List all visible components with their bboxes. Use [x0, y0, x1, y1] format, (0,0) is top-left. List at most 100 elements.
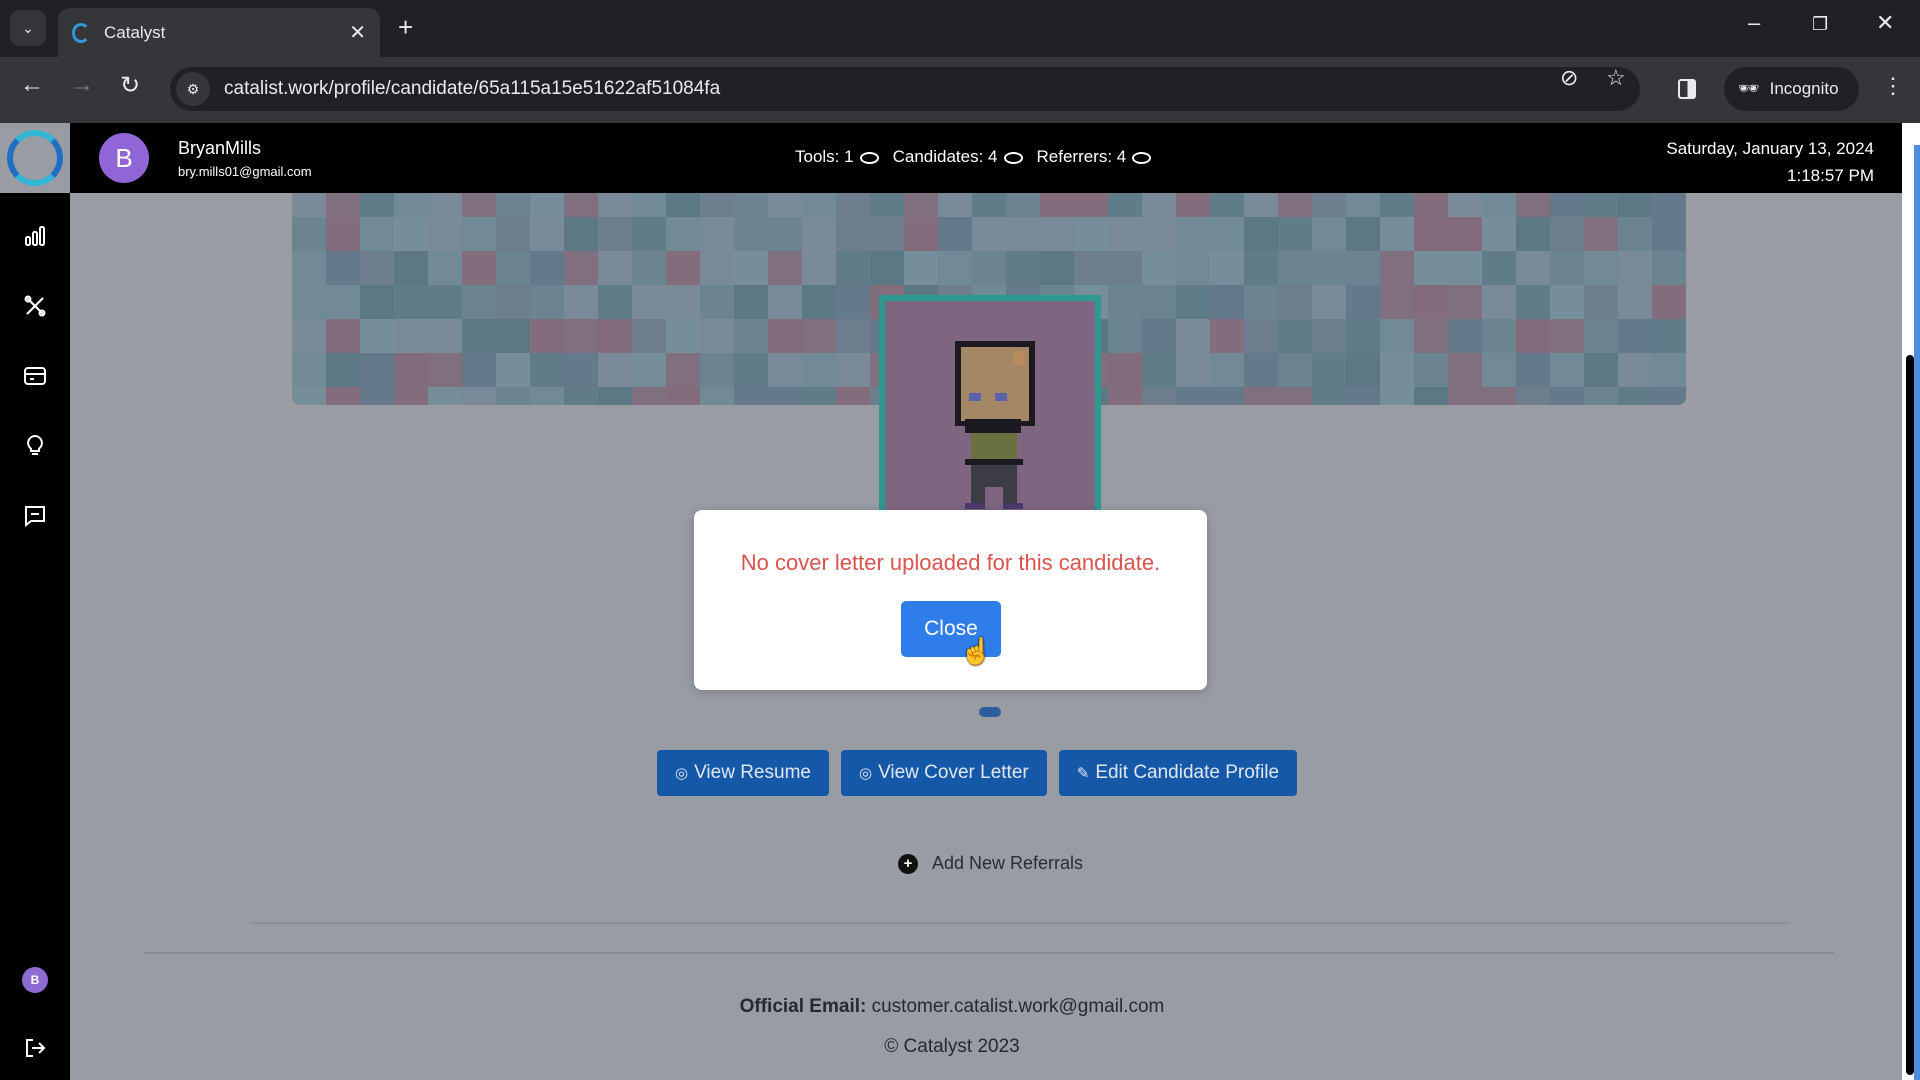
- banner-tile: [700, 387, 734, 405]
- reload-icon[interactable]: ↻: [120, 71, 140, 100]
- eye-off-icon[interactable]: ⊘: [1560, 65, 1578, 91]
- banner-tile: [1244, 353, 1278, 387]
- banner-tile: [1380, 251, 1414, 285]
- back-icon[interactable]: ←: [20, 71, 44, 99]
- banner-tile: [1550, 285, 1584, 319]
- banner-tile: [292, 319, 326, 353]
- banner-tile: [632, 353, 666, 387]
- banner-tile: [1516, 285, 1550, 319]
- scrollbar[interactable]: [1902, 123, 1920, 1080]
- banner-tile: [292, 353, 326, 387]
- banner-tile: [1142, 193, 1176, 217]
- incognito-badge[interactable]: 🕶 Incognito: [1724, 67, 1859, 111]
- banner-tile: [292, 217, 326, 251]
- banner-tile: [1380, 319, 1414, 353]
- logout-icon: [26, 1039, 46, 1057]
- sidebar-item-dashboard[interactable]: [20, 221, 50, 251]
- banner-tile: [1278, 217, 1312, 251]
- banner-tile: [428, 353, 462, 387]
- banner-tile: [598, 353, 632, 387]
- side-panel-icon[interactable]: [1678, 79, 1696, 99]
- banner-tile: [972, 193, 1006, 217]
- banner-tile: [1516, 319, 1550, 353]
- banner-tile: [1516, 217, 1550, 251]
- candidate-avatar: [879, 295, 1101, 513]
- banner-tile: [734, 319, 768, 353]
- browser-tab-strip: ⌄ Catalyst ✕ + – ❐ ✕: [0, 0, 1920, 57]
- add-new-referrals-button[interactable]: + Add New Referrals: [898, 853, 1083, 874]
- banner-tile: [836, 387, 870, 405]
- browser-menu-icon[interactable]: ⋮: [1882, 73, 1904, 99]
- banner-tile: [462, 251, 496, 285]
- stat-referrers: Referrers: 4: [1037, 147, 1152, 167]
- sidebar-item-logout[interactable]: [20, 1033, 50, 1063]
- banner-tile: [768, 387, 802, 405]
- edit-candidate-profile-button[interactable]: ✎ Edit Candidate Profile: [1058, 750, 1298, 796]
- catalyst-logo[interactable]: [0, 123, 70, 193]
- sidebar-item-cards[interactable]: [20, 361, 50, 391]
- banner-tile: [326, 193, 360, 217]
- banner-tile: [1312, 353, 1346, 387]
- banner-tile: [598, 193, 632, 217]
- browser-tab[interactable]: Catalyst ✕: [58, 8, 380, 57]
- tab-search-button[interactable]: ⌄: [10, 10, 46, 46]
- banner-tile: [360, 217, 394, 251]
- sidebar-item-tools[interactable]: [20, 291, 50, 321]
- banner-tile: [1244, 217, 1278, 251]
- banner-tile: [1516, 353, 1550, 387]
- footer-email-label: Official Email:: [739, 996, 867, 1017]
- banner-tile: [1516, 251, 1550, 285]
- banner-tile: [836, 353, 870, 387]
- view-resume-button[interactable]: ◎ View Resume: [657, 750, 829, 796]
- view-cover-letter-button[interactable]: ◎ View Cover Letter: [840, 750, 1047, 796]
- address-bar[interactable]: ⚙ catalist.work/profile/candidate/65a115…: [170, 67, 1640, 111]
- banner-tile: [836, 285, 870, 319]
- date-time: Saturday, January 13, 2024 1:18:57 PM: [1666, 135, 1874, 189]
- banner-tile: [1584, 319, 1618, 353]
- minimize-icon[interactable]: –: [1748, 10, 1760, 36]
- banner-tile: [768, 193, 802, 217]
- banner-tile: [1278, 387, 1312, 405]
- carousel-indicator[interactable]: [979, 707, 1001, 717]
- modal-message: No cover letter uploaded for this candid…: [740, 550, 1161, 575]
- url-text[interactable]: catalist.work/profile/candidate/65a115a1…: [224, 78, 720, 100]
- scroll-thumb[interactable]: [1906, 355, 1914, 1075]
- forward-icon[interactable]: →: [70, 71, 94, 99]
- banner-tile: [802, 285, 836, 319]
- banner-tile: [836, 251, 870, 285]
- logo-icon: [7, 130, 63, 186]
- banner-tile: [666, 193, 700, 217]
- banner-tile: [1074, 217, 1108, 251]
- banner-tile: [1414, 251, 1448, 285]
- user-avatar[interactable]: B: [99, 133, 149, 183]
- banner-tile: [1414, 217, 1448, 251]
- current-time: 1:18:57 PM: [1787, 166, 1874, 185]
- banner-tile: [360, 387, 394, 405]
- sidebar-item-ideas[interactable]: [20, 431, 50, 461]
- incognito-label: Incognito: [1769, 79, 1839, 98]
- site-info-icon[interactable]: ⚙: [176, 72, 210, 106]
- banner-tile: [734, 193, 768, 217]
- banner-tile: [1482, 217, 1516, 251]
- new-tab-button[interactable]: +: [398, 12, 413, 43]
- banner-tile: [1516, 193, 1550, 217]
- footer-divider: [144, 952, 1834, 954]
- close-tab-icon[interactable]: ✕: [349, 20, 366, 45]
- sidebar-avatar[interactable]: B: [22, 967, 48, 993]
- stats-bar: Tools: 1 Candidates: 4 Referrers: 4: [795, 147, 1152, 167]
- banner-tile: [1618, 251, 1652, 285]
- banner-tile: [802, 193, 836, 217]
- banner-tile: [1108, 251, 1142, 285]
- banner-tile: [530, 387, 564, 405]
- banner-tile: [292, 251, 326, 285]
- banner-tile: [462, 387, 496, 405]
- banner-tile: [1006, 217, 1040, 251]
- sidebar-item-messages[interactable]: [20, 501, 50, 531]
- banner-tile: [1652, 387, 1686, 405]
- banner-tile: [394, 319, 428, 353]
- bookmark-star-icon[interactable]: ☆: [1606, 65, 1626, 91]
- incognito-icon: 🕶: [1738, 79, 1760, 98]
- restore-icon[interactable]: ❐: [1812, 14, 1828, 35]
- close-window-icon[interactable]: ✕: [1876, 10, 1894, 36]
- banner-tile: [496, 353, 530, 387]
